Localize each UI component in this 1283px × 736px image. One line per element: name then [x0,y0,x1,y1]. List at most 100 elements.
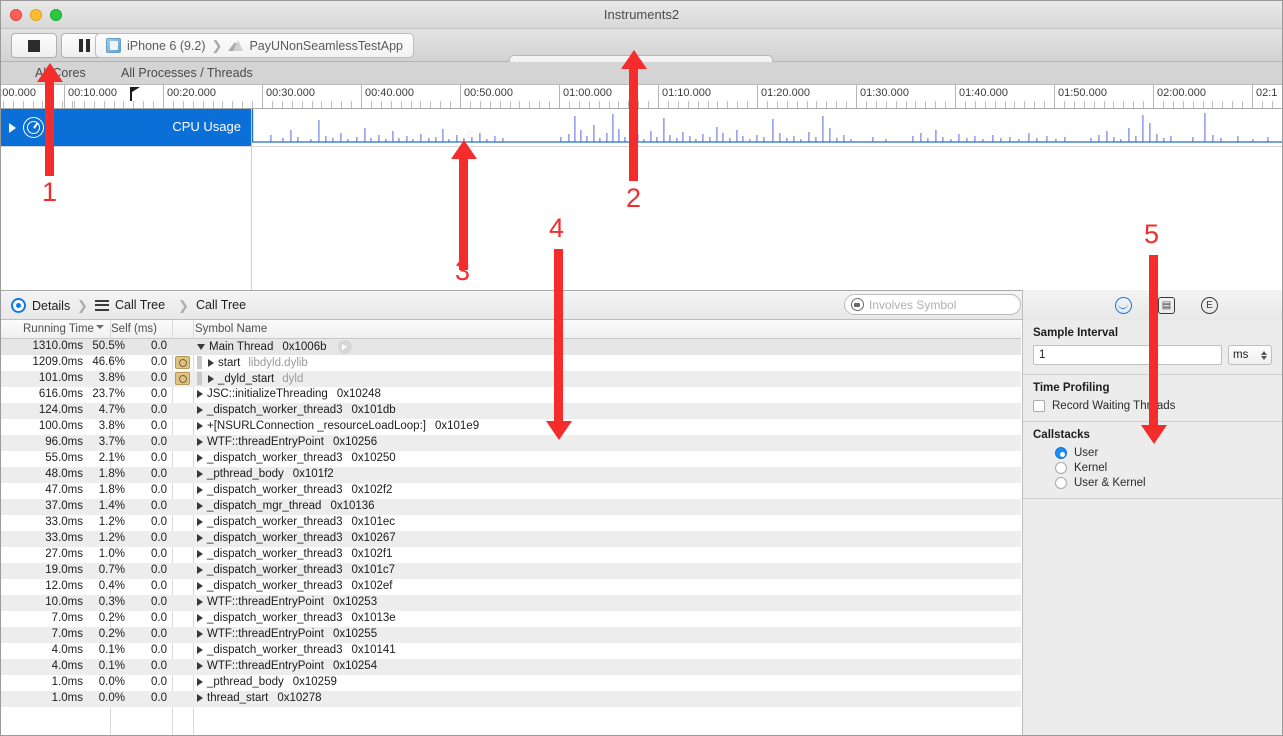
table-row[interactable]: 4.0ms0.1%0.0_dispatch_worker_thread30x10… [1,643,1021,659]
row-disclosure-icon[interactable] [197,502,203,510]
cpu-usage-graph[interactable] [251,109,1282,146]
table-row[interactable]: 616.0ms23.7%0.0JSC::initializeThreading0… [1,387,1021,403]
radio-user[interactable] [1055,447,1067,459]
call-tree-table[interactable]: Running Time Self (ms) Symbol Name 1310.… [1,320,1021,736]
table-row[interactable]: 7.0ms0.2%0.0_dispatch_worker_thread30x10… [1,611,1021,627]
sample-interval-input[interactable] [1033,345,1222,365]
sort-indicator-icon[interactable] [96,325,104,329]
table-row[interactable]: 10.0ms0.3%0.0WTF::threadEntryPoint0x1025… [1,595,1021,611]
disclosure-triangle-icon[interactable] [9,123,16,133]
table-row[interactable]: 100.0ms3.8%0.0+[NSURLConnection _resourc… [1,419,1021,435]
display-settings-tab-icon[interactable]: ▤ [1158,297,1175,314]
table-row[interactable]: 124.0ms4.7%0.0_dispatch_worker_thread30x… [1,403,1021,419]
row-disclosure-icon[interactable] [197,614,203,622]
cpu-usage-track-row[interactable]: CPU Usage [1,109,1282,146]
table-row[interactable]: 55.0ms2.1%0.0_dispatch_worker_thread30x1… [1,451,1021,467]
involves-symbol-search[interactable] [844,294,1021,315]
cell-settings-badge-icon[interactable] [175,372,190,385]
table-row[interactable]: 1209.0ms46.6%0.0startlibdyld.dylib [1,355,1021,371]
symbol-address: 0x10256 [333,436,377,448]
table-row[interactable]: 12.0ms0.4%0.0_dispatch_worker_thread30x1… [1,579,1021,595]
table-row[interactable]: 96.0ms3.7%0.0WTF::threadEntryPoint0x1025… [1,435,1021,451]
callstacks-option-kernel[interactable]: Kernel [1055,462,1272,474]
table-row[interactable]: 101.0ms3.8%0.0_dyld_startdyld [1,371,1021,387]
row-disclosure-icon[interactable] [197,422,203,430]
table-row[interactable]: 4.0ms0.1%0.0WTF::threadEntryPoint0x10254 [1,659,1021,675]
callstacks-option-user[interactable]: User [1055,447,1272,459]
inspector-panel: Sample Interval ms Time Profiling Record… [1022,320,1282,736]
ruler-minor-tick [569,101,570,109]
ruler-minor-tick [1094,101,1095,109]
table-row[interactable]: 47.0ms1.8%0.0_dispatch_worker_thread30x1… [1,483,1021,499]
row-disclosure-icon[interactable] [197,390,203,398]
all-processes-threads-label[interactable]: All Processes / Threads [121,66,253,80]
row-disclosure-icon[interactable] [197,630,203,638]
sample-interval-unit-stepper[interactable]: ms [1228,345,1272,365]
stepper-icon[interactable] [1261,351,1267,360]
ruler-minor-tick [1272,101,1273,109]
call-tree-label-2: Call Tree [196,298,246,312]
row-disclosure-icon[interactable] [197,582,203,590]
row-disclosure-icon[interactable] [197,550,203,558]
cell-symbol-name: _dispatch_worker_thread30x10141 [197,644,396,656]
search-input[interactable] [869,298,1009,312]
ruler-minor-tick [84,101,85,109]
stop-button[interactable] [11,33,57,58]
table-row[interactable]: 19.0ms0.7%0.0_dispatch_worker_thread30x1… [1,563,1021,579]
playhead-flag-icon[interactable] [130,87,141,101]
cell-settings-badge-icon[interactable] [175,356,190,369]
table-row[interactable]: 33.0ms1.2%0.0_dispatch_worker_thread30x1… [1,515,1021,531]
cpu-usage-track-header[interactable]: CPU Usage [1,109,251,146]
record-settings-tab-icon[interactable] [1115,297,1132,314]
call-tree-breadcrumb-item-1[interactable]: Call Tree [95,298,165,312]
time-profiler-icon [23,117,44,138]
radio-kernel[interactable] [1055,462,1067,474]
row-disclosure-icon[interactable] [197,598,203,606]
row-disclosure-icon[interactable] [197,438,203,446]
row-disclosure-icon[interactable] [197,566,203,574]
row-disclosure-icon[interactable] [197,662,203,670]
row-disclosure-icon[interactable] [197,486,203,494]
symbol-address: 0x102f2 [352,484,393,496]
ruler-minor-tick [1262,101,1263,109]
details-breadcrumb-item[interactable]: Details [11,298,70,313]
column-header-symbol-name[interactable]: Symbol Name [195,323,267,335]
row-disclosure-icon[interactable] [208,359,214,367]
table-row[interactable]: 7.0ms0.2%0.0WTF::threadEntryPoint0x10255 [1,627,1021,643]
row-disclosure-icon[interactable] [197,470,203,478]
row-disclosure-icon[interactable] [197,406,203,414]
target-selector[interactable]: iPhone 6 (9.2) ❯ PayUNonSeamlessTestApp [95,33,414,58]
ruler-minor-tick [420,101,421,109]
ruler-minor-tick [896,101,897,109]
row-disclosure-icon[interactable] [197,694,203,702]
table-row[interactable]: 33.0ms1.2%0.0_dispatch_worker_thread30x1… [1,531,1021,547]
symbol-library: dyld [282,373,303,385]
table-row[interactable]: 1.0ms0.0%0.0thread_start0x10278 [1,691,1021,707]
row-disclosure-icon[interactable] [197,646,203,654]
record-waiting-threads-checkbox[interactable] [1033,400,1045,412]
row-disclosure-icon[interactable] [197,534,203,542]
call-tree-breadcrumb-item-2[interactable]: Call Tree [196,298,246,312]
table-row[interactable]: 1310.0ms50.5%0.0Main Thread0x1006b [1,339,1021,355]
row-disclosure-icon[interactable] [197,454,203,462]
cell-running-time-percent: 0.1% [85,644,125,656]
ruler-minor-tick [698,101,699,109]
column-header-running-time[interactable]: Running Time [23,323,94,335]
extended-detail-tab-icon[interactable]: E [1201,297,1218,314]
focus-arrow-icon[interactable] [338,340,352,354]
record-waiting-threads-row[interactable]: Record Waiting Threads [1033,400,1272,412]
row-disclosure-icon[interactable] [197,344,205,350]
radio-user-kernel[interactable] [1055,477,1067,489]
table-row[interactable]: 48.0ms1.8%0.0_pthread_body0x101f2 [1,467,1021,483]
row-disclosure-icon[interactable] [197,678,203,686]
table-row[interactable]: 27.0ms1.0%0.0_dispatch_worker_thread30x1… [1,547,1021,563]
table-row[interactable]: 37.0ms1.4%0.0_dispatch_mgr_thread0x10136 [1,499,1021,515]
symbol-text: _dispatch_worker_thread3 [207,452,343,464]
timeline-ruler[interactable]: 00:00.00000:10.00000:20.00000:30.00000:4… [1,85,1282,109]
table-row[interactable]: 1.0ms0.0%0.0_pthread_body0x10259 [1,675,1021,691]
all-cores-label[interactable]: All Cores [35,66,86,80]
callstacks-option-user-kernel[interactable]: User & Kernel [1055,477,1272,489]
column-header-self-ms[interactable]: Self (ms) [111,323,157,335]
row-disclosure-icon[interactable] [208,375,214,383]
row-disclosure-icon[interactable] [197,518,203,526]
